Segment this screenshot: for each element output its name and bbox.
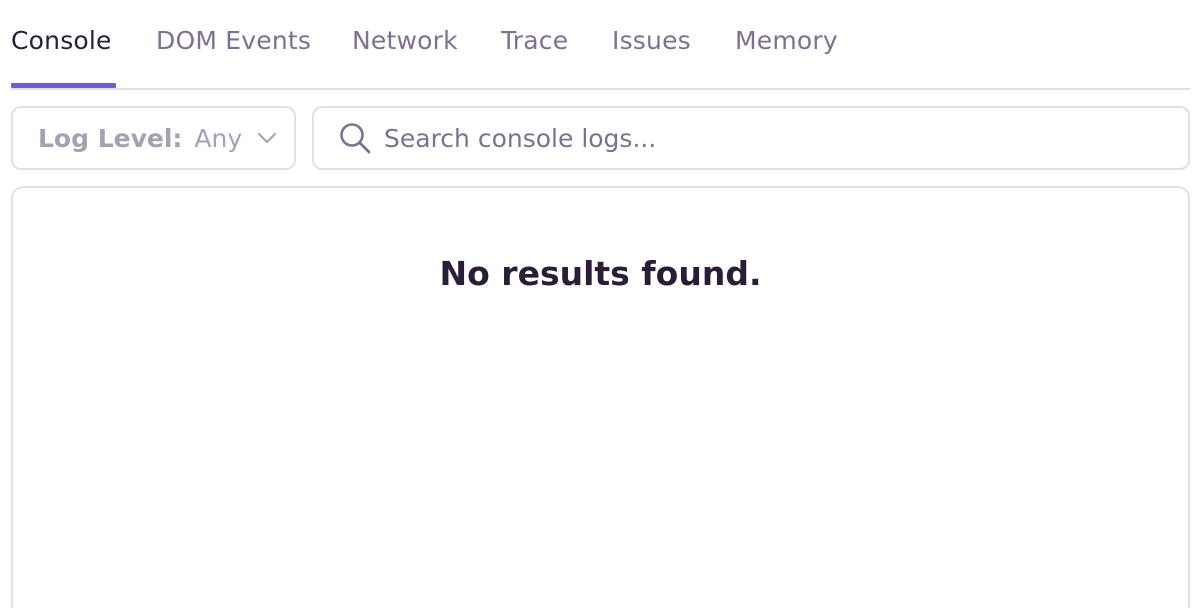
tab-dom-events[interactable]: DOM Events [156,26,311,88]
log-level-dropdown[interactable]: Log Level: Any [11,106,296,170]
log-level-value: Any [194,123,243,153]
console-search-box[interactable] [312,106,1190,170]
tab-trace[interactable]: Trace [501,26,568,88]
chevron-down-icon [258,133,277,143]
search-input[interactable] [384,118,1164,158]
tab-console[interactable]: Console [11,26,116,88]
replay-devtools-panel: Console DOM Events Network Trace Issues … [0,0,1204,608]
tab-memory[interactable]: Memory [735,26,838,88]
console-results-panel: No results found. [11,186,1190,608]
tab-bar: Console DOM Events Network Trace Issues … [11,0,1190,90]
log-level-label: Log Level: [38,123,183,153]
empty-state-message: No results found. [439,254,762,293]
tab-issues[interactable]: Issues [612,26,691,88]
tab-network[interactable]: Network [352,26,458,88]
search-icon [340,123,371,154]
